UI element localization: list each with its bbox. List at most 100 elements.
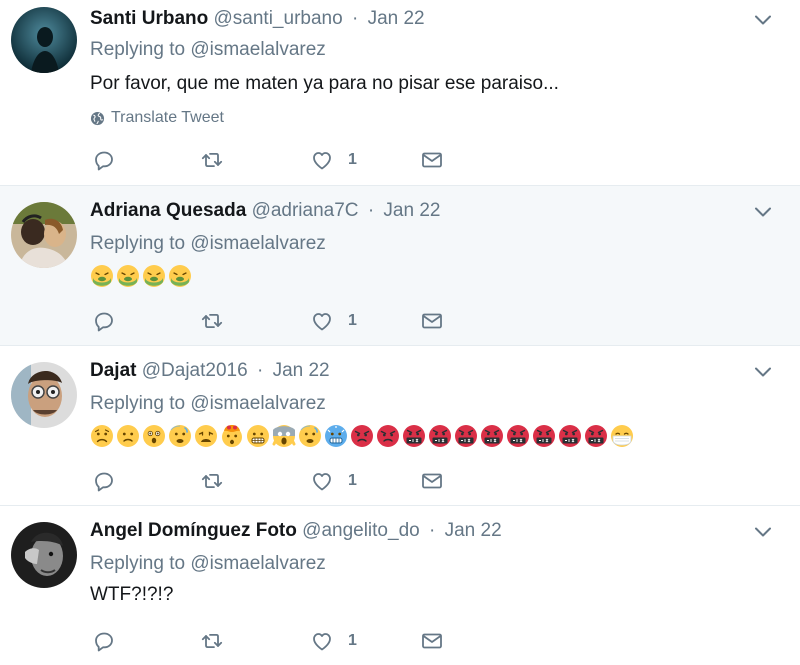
angry-face-emoji bbox=[351, 425, 373, 447]
reply-icon bbox=[92, 629, 116, 653]
like-button[interactable]: 1 bbox=[310, 309, 357, 333]
envelope-icon bbox=[420, 309, 444, 333]
cursing-face-emoji bbox=[403, 425, 425, 447]
anxious-face-emoji bbox=[299, 425, 321, 447]
reply-icon bbox=[92, 469, 116, 493]
envelope-icon bbox=[420, 629, 444, 653]
avatar[interactable] bbox=[11, 7, 77, 73]
nauseated-face-emoji bbox=[91, 265, 113, 287]
heart-icon bbox=[310, 629, 334, 653]
chevron-down-icon[interactable] bbox=[754, 366, 772, 378]
grimacing-face-emoji bbox=[247, 425, 269, 447]
retweet-icon bbox=[200, 309, 224, 333]
mention-link[interactable]: @ismaelalvarez bbox=[190, 233, 325, 254]
chevron-down-icon[interactable] bbox=[754, 526, 772, 538]
worried-face-emoji bbox=[91, 425, 113, 447]
avatar[interactable] bbox=[11, 202, 77, 268]
tweet[interactable]: Adriana Quesada @adriana7C · Jan 22 Repl… bbox=[0, 186, 800, 346]
mention-link[interactable]: @ismaelalvarez bbox=[190, 553, 325, 574]
retweet-button[interactable] bbox=[200, 629, 224, 653]
replying-to: Replying to @ismaelalvarez bbox=[90, 392, 326, 416]
avatar[interactable] bbox=[11, 522, 77, 588]
display-name[interactable]: Angel Domínguez Foto bbox=[90, 520, 297, 541]
display-name[interactable]: Adriana Quesada bbox=[90, 200, 246, 221]
like-count: 1 bbox=[348, 151, 357, 168]
nauseated-face-emoji bbox=[117, 265, 139, 287]
weary-face-emoji bbox=[195, 425, 217, 447]
anxious-face-emoji bbox=[169, 425, 191, 447]
avatar[interactable] bbox=[11, 362, 77, 428]
replying-to: Replying to @ismaelalvarez bbox=[90, 38, 326, 62]
retweet-icon bbox=[200, 469, 224, 493]
mask-face-emoji bbox=[611, 425, 633, 447]
tweet[interactable]: Santi Urbano @santi_urbano · Jan 22 Repl… bbox=[0, 0, 800, 186]
tweet-date[interactable]: Jan 22 bbox=[383, 200, 440, 221]
frowning-face-emoji bbox=[117, 425, 139, 447]
cursing-face-emoji bbox=[429, 425, 451, 447]
retweet-button[interactable] bbox=[200, 469, 224, 493]
like-count: 1 bbox=[348, 312, 357, 329]
retweet-button[interactable] bbox=[200, 309, 224, 333]
cold-face-emoji bbox=[325, 425, 347, 447]
reply-button[interactable] bbox=[92, 629, 116, 653]
tweet-date[interactable]: Jan 22 bbox=[368, 8, 425, 29]
cursing-face-emoji bbox=[559, 425, 581, 447]
like-button[interactable]: 1 bbox=[310, 629, 357, 653]
direct-message-button[interactable] bbox=[420, 629, 444, 653]
tweet-header: Dajat @Dajat2016 · Jan 22 bbox=[90, 358, 330, 384]
separator: · bbox=[351, 8, 359, 29]
reply-button[interactable] bbox=[92, 469, 116, 493]
globe-icon bbox=[90, 111, 105, 126]
replying-prefix: Replying to bbox=[90, 553, 186, 574]
tweet-text: WTF?!?!? bbox=[90, 584, 174, 605]
retweet-icon bbox=[200, 629, 224, 653]
user-handle[interactable]: @angelito_do bbox=[302, 520, 420, 541]
reply-icon bbox=[92, 148, 116, 172]
tweet-header: Adriana Quesada @adriana7C · Jan 22 bbox=[90, 198, 440, 224]
user-handle[interactable]: @santi_urbano bbox=[214, 8, 343, 29]
mention-link[interactable]: @ismaelalvarez bbox=[190, 39, 325, 60]
cursing-face-emoji bbox=[481, 425, 503, 447]
cursing-face-emoji bbox=[533, 425, 555, 447]
tweet-header: Angel Domínguez Foto @angelito_do · Jan … bbox=[90, 518, 502, 544]
translate-label: Translate Tweet bbox=[111, 109, 224, 126]
separator: · bbox=[367, 200, 375, 221]
envelope-icon bbox=[420, 469, 444, 493]
retweet-button[interactable] bbox=[200, 148, 224, 172]
chevron-down-icon[interactable] bbox=[754, 206, 772, 218]
nauseated-face-emoji bbox=[143, 265, 165, 287]
translate-tweet-link[interactable]: Translate Tweet bbox=[90, 108, 224, 128]
avatar-dajat-icon bbox=[11, 362, 77, 428]
separator: · bbox=[428, 520, 436, 541]
direct-message-button[interactable] bbox=[420, 148, 444, 172]
like-button[interactable]: 1 bbox=[310, 469, 357, 493]
nauseated-face-emoji bbox=[169, 265, 191, 287]
cursing-face-emoji bbox=[507, 425, 529, 447]
like-button[interactable]: 1 bbox=[310, 148, 357, 172]
display-name[interactable]: Dajat bbox=[90, 360, 136, 381]
tweet[interactable]: Dajat @Dajat2016 · Jan 22 Replying to @i… bbox=[0, 346, 800, 506]
mention-link[interactable]: @ismaelalvarez bbox=[190, 393, 325, 414]
reply-button[interactable] bbox=[92, 309, 116, 333]
emoji-row bbox=[90, 264, 192, 288]
envelope-icon bbox=[420, 148, 444, 172]
heart-icon bbox=[310, 148, 334, 172]
replying-to: Replying to @ismaelalvarez bbox=[90, 232, 326, 256]
display-name[interactable]: Santi Urbano bbox=[90, 8, 208, 29]
tweet-header: Santi Urbano @santi_urbano · Jan 22 bbox=[90, 6, 425, 32]
avatar-adriana-icon bbox=[11, 202, 77, 268]
separator: · bbox=[256, 360, 264, 381]
user-handle[interactable]: @adriana7C bbox=[252, 200, 359, 221]
direct-message-button[interactable] bbox=[420, 309, 444, 333]
user-handle[interactable]: @Dajat2016 bbox=[142, 360, 248, 381]
replying-prefix: Replying to bbox=[90, 39, 186, 60]
tweet-date[interactable]: Jan 22 bbox=[273, 360, 330, 381]
direct-message-button[interactable] bbox=[420, 469, 444, 493]
tweet-date[interactable]: Jan 22 bbox=[445, 520, 502, 541]
reply-button[interactable] bbox=[92, 148, 116, 172]
screaming-face-emoji bbox=[272, 425, 296, 447]
chevron-down-icon[interactable] bbox=[754, 14, 772, 26]
tweet[interactable]: Angel Domínguez Foto @angelito_do · Jan … bbox=[0, 506, 800, 665]
like-count: 1 bbox=[348, 472, 357, 489]
replying-to: Replying to @ismaelalvarez bbox=[90, 552, 326, 576]
